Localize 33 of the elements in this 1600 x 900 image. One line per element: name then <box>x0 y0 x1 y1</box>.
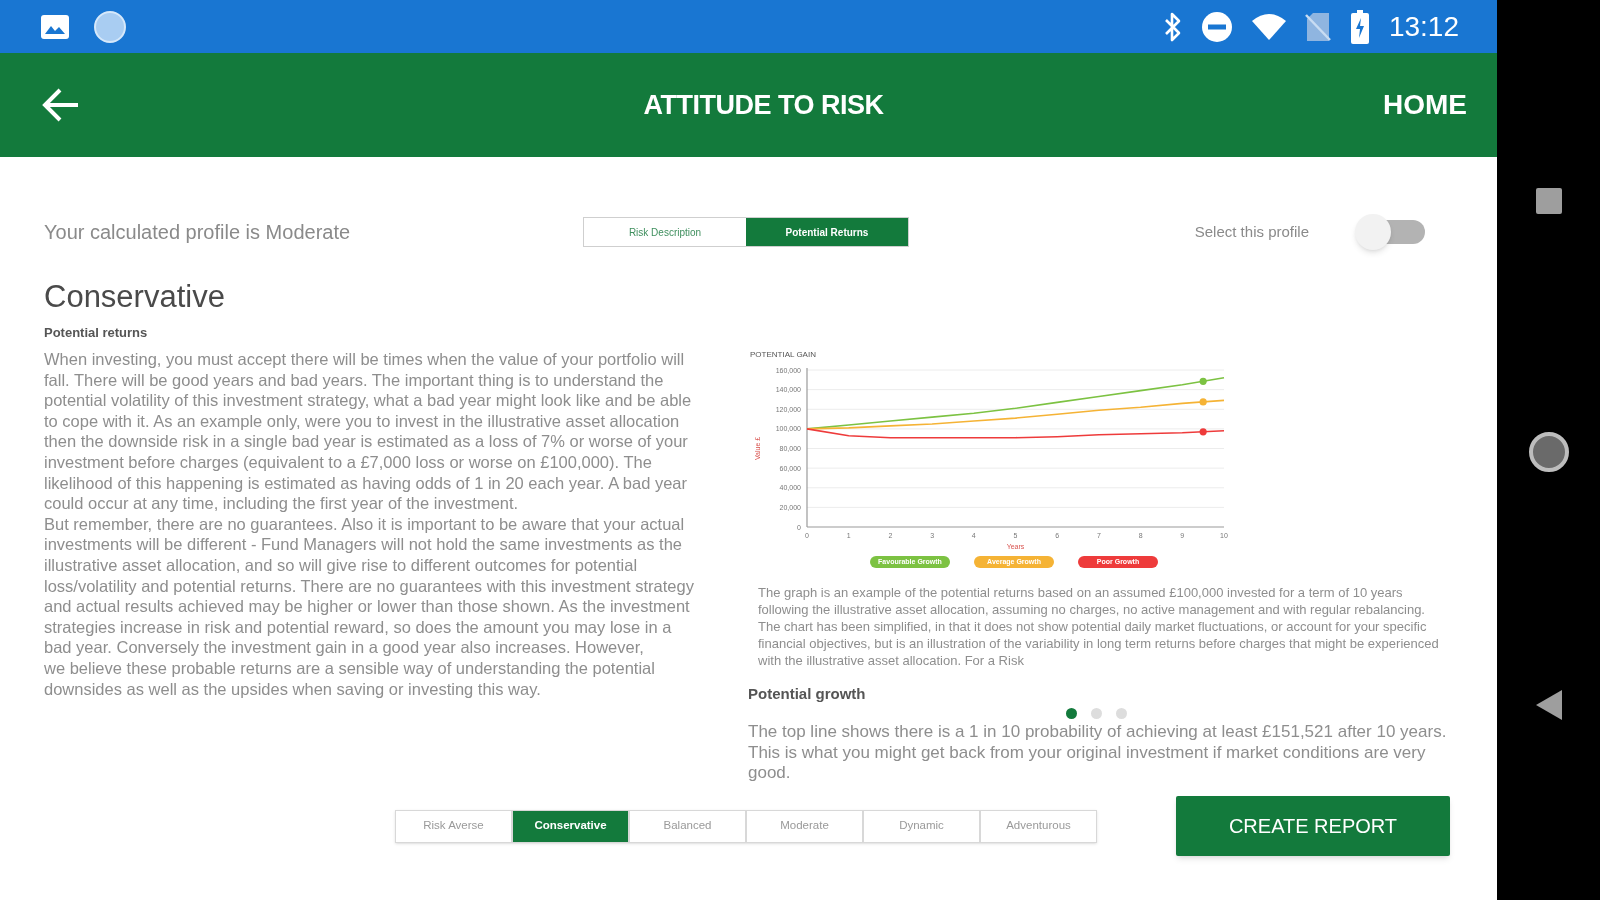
home-button[interactable]: HOME <box>1373 78 1477 132</box>
profile-tab[interactable]: Dynamic <box>863 809 980 843</box>
profile-tab[interactable]: Risk Averse <box>395 809 512 843</box>
profile-tab[interactable]: Moderate <box>746 809 863 843</box>
profile-tab[interactable]: Conservative <box>512 809 629 843</box>
recents-square-icon[interactable] <box>1535 188 1562 214</box>
chart-title: POTENTIAL GAIN <box>749 349 817 361</box>
home-circle-icon[interactable] <box>1527 431 1570 473</box>
picture-end-markers <box>1199 377 1207 436</box>
toggle-switch[interactable] <box>1353 212 1427 252</box>
profile-tab[interactable]: Adventurous <box>980 809 1097 843</box>
section-heading: Potential growth <box>748 685 867 703</box>
back-triangle-icon[interactable] <box>1535 690 1562 720</box>
segment-tab[interactable]: Potential Returns <box>746 218 908 246</box>
do-not-disturb-icon <box>1200 10 1233 43</box>
profile-tab[interactable]: Balanced <box>629 809 746 843</box>
wifi-icon <box>1250 12 1287 41</box>
app-bar-title: ATTITUDE TO RISK <box>642 88 884 122</box>
growth-text: The top line shows there is a 1 in 10 probability of achieving at least £151,521 after 10 years. This is what you might get back from your original investment if market conditions are very good. <box>748 722 1448 784</box>
profile-heading: Conservative <box>44 279 226 315</box>
profile-summary: Your calculated profile is Moderate <box>44 220 352 245</box>
back-arrow-icon <box>42 88 80 122</box>
toggle-label: Select this profile <box>1194 221 1309 242</box>
status-time: 13:12 <box>1388 12 1459 41</box>
battery-charging-icon <box>1350 9 1369 44</box>
circle-icon <box>94 10 126 43</box>
create-report-button[interactable]: CREATE REPORT <box>1176 796 1450 856</box>
image-icon <box>40 13 70 40</box>
description-text: When investing, you must accept there will be times when the value of your portfolio will fall. There will be good years and bad years. The important thing is to understand the potential volatility of this investment strategy, what a bad year might look like and be able to cope with it. As an example only, were you to invest in the illustrative asset allocation then the downside risk in a single bad year is estimated as a loss of 7% or worse of your investment before charges (equivalent to a £7,000 loss or worse on £100,000). The likelihood of this happening is estimated as having odds of 1 in 20 each year. A bad year could occur at any time, including the first year of the investment. But remember, there are no guarantees. Also it is important to be aware that your actual investments will be different - Fund Managers will not hold the same investments as the illustrative asset allocation, and so will give rise to different outcomes for potential loss/volatility and potential returns. There are no guarantees with this investment strategy and actual results achieved may be higher or lower than those shown. As the investment strategies increase in risk and potential reward, so does the amount you may lose in a bad year. Conversely the investment gain in a good year also increases. However, we believe these probable returns are a sensible way of understanding the potential downsides as well as the upsides when saving or investing this way. <box>44 349 695 700</box>
chart-caption: The graph is an example of the potential returns based on an assumed £100,000 invested for a term of 10 years following the illustrative asset allocation, assuming no charges, no active management and with regular rebalancing. The chart has been simplified, in that it does not show potential daily market fluctuations, or account for your specific financial objectives, but is an illustration of the variability in long term returns before charges that might be experienced with the illustrative asset allocation. For a Risk <box>758 584 1440 669</box>
bluetooth-icon <box>1162 10 1183 43</box>
section-heading: Potential returns <box>44 325 149 341</box>
no-sim-icon <box>1304 11 1331 42</box>
